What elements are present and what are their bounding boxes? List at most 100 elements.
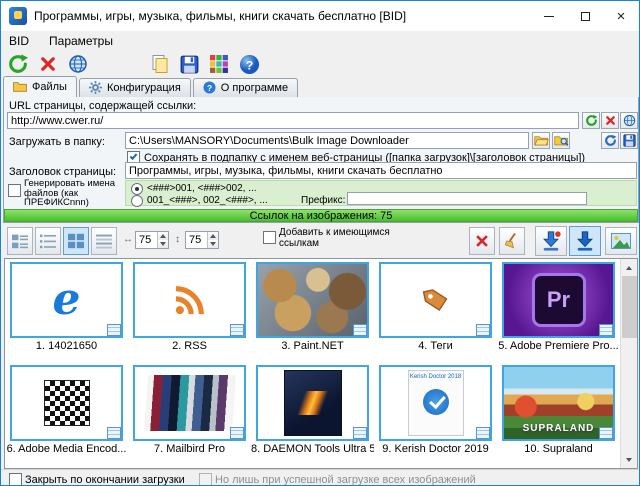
generate-names-checkbox[interactable] bbox=[8, 184, 21, 197]
thumbnail-item-6[interactable]: 6. Adobe Media Encod... bbox=[5, 362, 128, 465]
folder-search-button[interactable] bbox=[552, 132, 570, 149]
scrollbar-thumb[interactable] bbox=[622, 276, 637, 338]
clean-list-button[interactable] bbox=[499, 227, 525, 255]
tab-about[interactable]: ? О программе bbox=[193, 78, 298, 97]
folder-save-button[interactable] bbox=[620, 132, 638, 149]
globe-icon bbox=[68, 54, 88, 74]
help-icon: ? bbox=[239, 54, 260, 75]
premiere-logo-image: Pr bbox=[504, 264, 613, 336]
thumbnail-item-7[interactable]: 7. Mailbird Pro bbox=[128, 362, 251, 465]
info-icon: ? bbox=[203, 81, 216, 94]
view-thumbs-button[interactable] bbox=[7, 227, 33, 255]
add-links-checkbox[interactable] bbox=[263, 231, 276, 244]
open-url-button[interactable] bbox=[64, 52, 91, 76]
vertical-scrollbar[interactable] bbox=[620, 259, 637, 468]
url-clear-button[interactable] bbox=[601, 112, 619, 129]
url-input[interactable] bbox=[7, 112, 579, 129]
menu-item-bid[interactable]: BID bbox=[9, 34, 29, 48]
url-label: URL страницы, содержащей ссылки: bbox=[9, 100, 196, 112]
thumbnail-caption: 1. 14021650 bbox=[5, 340, 128, 353]
add-links-label: Добавить к имеющимся ссылкам bbox=[279, 227, 395, 249]
save-button[interactable] bbox=[176, 52, 203, 76]
help-button[interactable]: ? bbox=[236, 52, 263, 76]
tab-files[interactable]: Файлы bbox=[3, 76, 77, 97]
files-tab-page: URL страницы, содержащей ссылки: Загружа… bbox=[3, 97, 639, 223]
kerish-check-badge bbox=[423, 389, 449, 415]
thumbnail-item-1[interactable]: e 1. 14021650 bbox=[5, 259, 128, 362]
minimize-button[interactable] bbox=[531, 1, 567, 31]
note-mini-icon bbox=[476, 427, 490, 439]
thumbnail-item-5[interactable]: Pr 5. Adobe Premiere Pro... bbox=[497, 259, 620, 362]
supraland-title: SUPRALAND bbox=[504, 423, 613, 434]
url-browser-button[interactable] bbox=[620, 112, 638, 129]
view-details-button[interactable] bbox=[91, 227, 117, 255]
delete-links-button[interactable] bbox=[469, 227, 495, 255]
folder-input[interactable] bbox=[125, 132, 529, 149]
scroll-down-button[interactable] bbox=[621, 451, 637, 468]
close-after-download-checkbox[interactable] bbox=[9, 473, 22, 486]
clear-icon bbox=[605, 115, 616, 126]
stop-button[interactable] bbox=[34, 52, 61, 76]
view-list-button[interactable] bbox=[35, 227, 61, 255]
thumbnail-item-8[interactable]: 8. DAEMON Tools Ultra 5 bbox=[251, 362, 374, 465]
spinner-arrows bbox=[157, 232, 168, 248]
thumbnail-frame bbox=[133, 365, 246, 441]
generate-names-label: Генерировать имена файлов (как ПРЕФИКСnn… bbox=[24, 179, 124, 208]
links-progress-bar: Ссылок на изображения: 75 bbox=[4, 209, 638, 222]
note-mini-icon bbox=[107, 324, 121, 336]
maximize-button[interactable] bbox=[567, 1, 603, 31]
min-height-spinner[interactable] bbox=[185, 231, 219, 249]
spin-down-button[interactable] bbox=[208, 240, 218, 248]
copy-page-button[interactable] bbox=[146, 52, 173, 76]
close-button[interactable]: × bbox=[603, 1, 639, 31]
min-height-input[interactable] bbox=[186, 232, 208, 248]
thumbnail-item-10[interactable]: SUPRALAND 10. Supraland bbox=[497, 362, 620, 465]
preview-image-button[interactable] bbox=[605, 227, 637, 255]
min-width-spinner[interactable] bbox=[135, 231, 169, 249]
refresh-icon bbox=[585, 114, 598, 127]
page-title-input[interactable] bbox=[125, 162, 637, 179]
thumbnail-item-2[interactable]: 2. RSS bbox=[128, 259, 251, 362]
arrow-down-icon bbox=[210, 242, 216, 246]
scroll-up-button[interactable] bbox=[621, 259, 637, 276]
thumbnail-item-9[interactable]: Kerish Doctor 2018 9. Kerish Doctor 2019 bbox=[374, 362, 497, 465]
go-button[interactable] bbox=[4, 52, 31, 76]
delete-icon bbox=[475, 234, 489, 248]
view-large-button[interactable] bbox=[63, 227, 89, 255]
ie-letter: e bbox=[53, 278, 81, 322]
globe-icon bbox=[623, 114, 636, 127]
url-refresh-button[interactable] bbox=[582, 112, 600, 129]
thumbnail-item-4[interactable]: 4. Теги bbox=[374, 259, 497, 362]
folder-refresh-button[interactable] bbox=[601, 132, 619, 149]
tab-config[interactable]: Конфигурация bbox=[79, 78, 191, 97]
spin-up-button[interactable] bbox=[208, 232, 218, 240]
only-on-success-label: Но лишь при успешной загрузке всех изобр… bbox=[215, 474, 476, 486]
books-pattern bbox=[144, 375, 236, 431]
spin-down-button[interactable] bbox=[158, 240, 168, 248]
tab-about-label: О программе bbox=[221, 82, 288, 94]
naming-radio-2[interactable] bbox=[131, 195, 143, 207]
prefix-input[interactable] bbox=[347, 192, 587, 205]
browse-folder-button[interactable] bbox=[532, 132, 550, 149]
app-window: Программы, игры, музыка, фильмы, книги с… bbox=[0, 0, 640, 486]
spinner-arrows bbox=[207, 232, 218, 248]
naming-radio-1[interactable] bbox=[131, 183, 143, 195]
minimize-icon bbox=[544, 16, 554, 17]
thumbnail-item-3[interactable]: 3. Paint.NET bbox=[251, 259, 374, 362]
menu-item-settings[interactable]: Параметры bbox=[49, 34, 113, 48]
supraland-art-image: SUPRALAND bbox=[504, 367, 613, 439]
download-start-button[interactable] bbox=[569, 226, 601, 256]
view-thumbs-icon bbox=[11, 233, 29, 249]
clean-brush-icon bbox=[503, 232, 521, 250]
download-start-icon bbox=[574, 230, 596, 252]
refresh-icon bbox=[604, 134, 617, 147]
close-icon: × bbox=[617, 9, 626, 24]
min-width-input[interactable] bbox=[136, 232, 158, 248]
mosaic-button[interactable] bbox=[206, 52, 233, 76]
min-height-icon: ↕ bbox=[175, 234, 180, 245]
folder-search-icon bbox=[554, 134, 569, 147]
naming-radio-2-label: 001_<###>, 002_<###>, ... bbox=[147, 195, 268, 206]
download-queue-button[interactable] bbox=[535, 226, 567, 256]
spin-up-button[interactable] bbox=[158, 232, 168, 240]
rss-icon bbox=[172, 282, 208, 318]
